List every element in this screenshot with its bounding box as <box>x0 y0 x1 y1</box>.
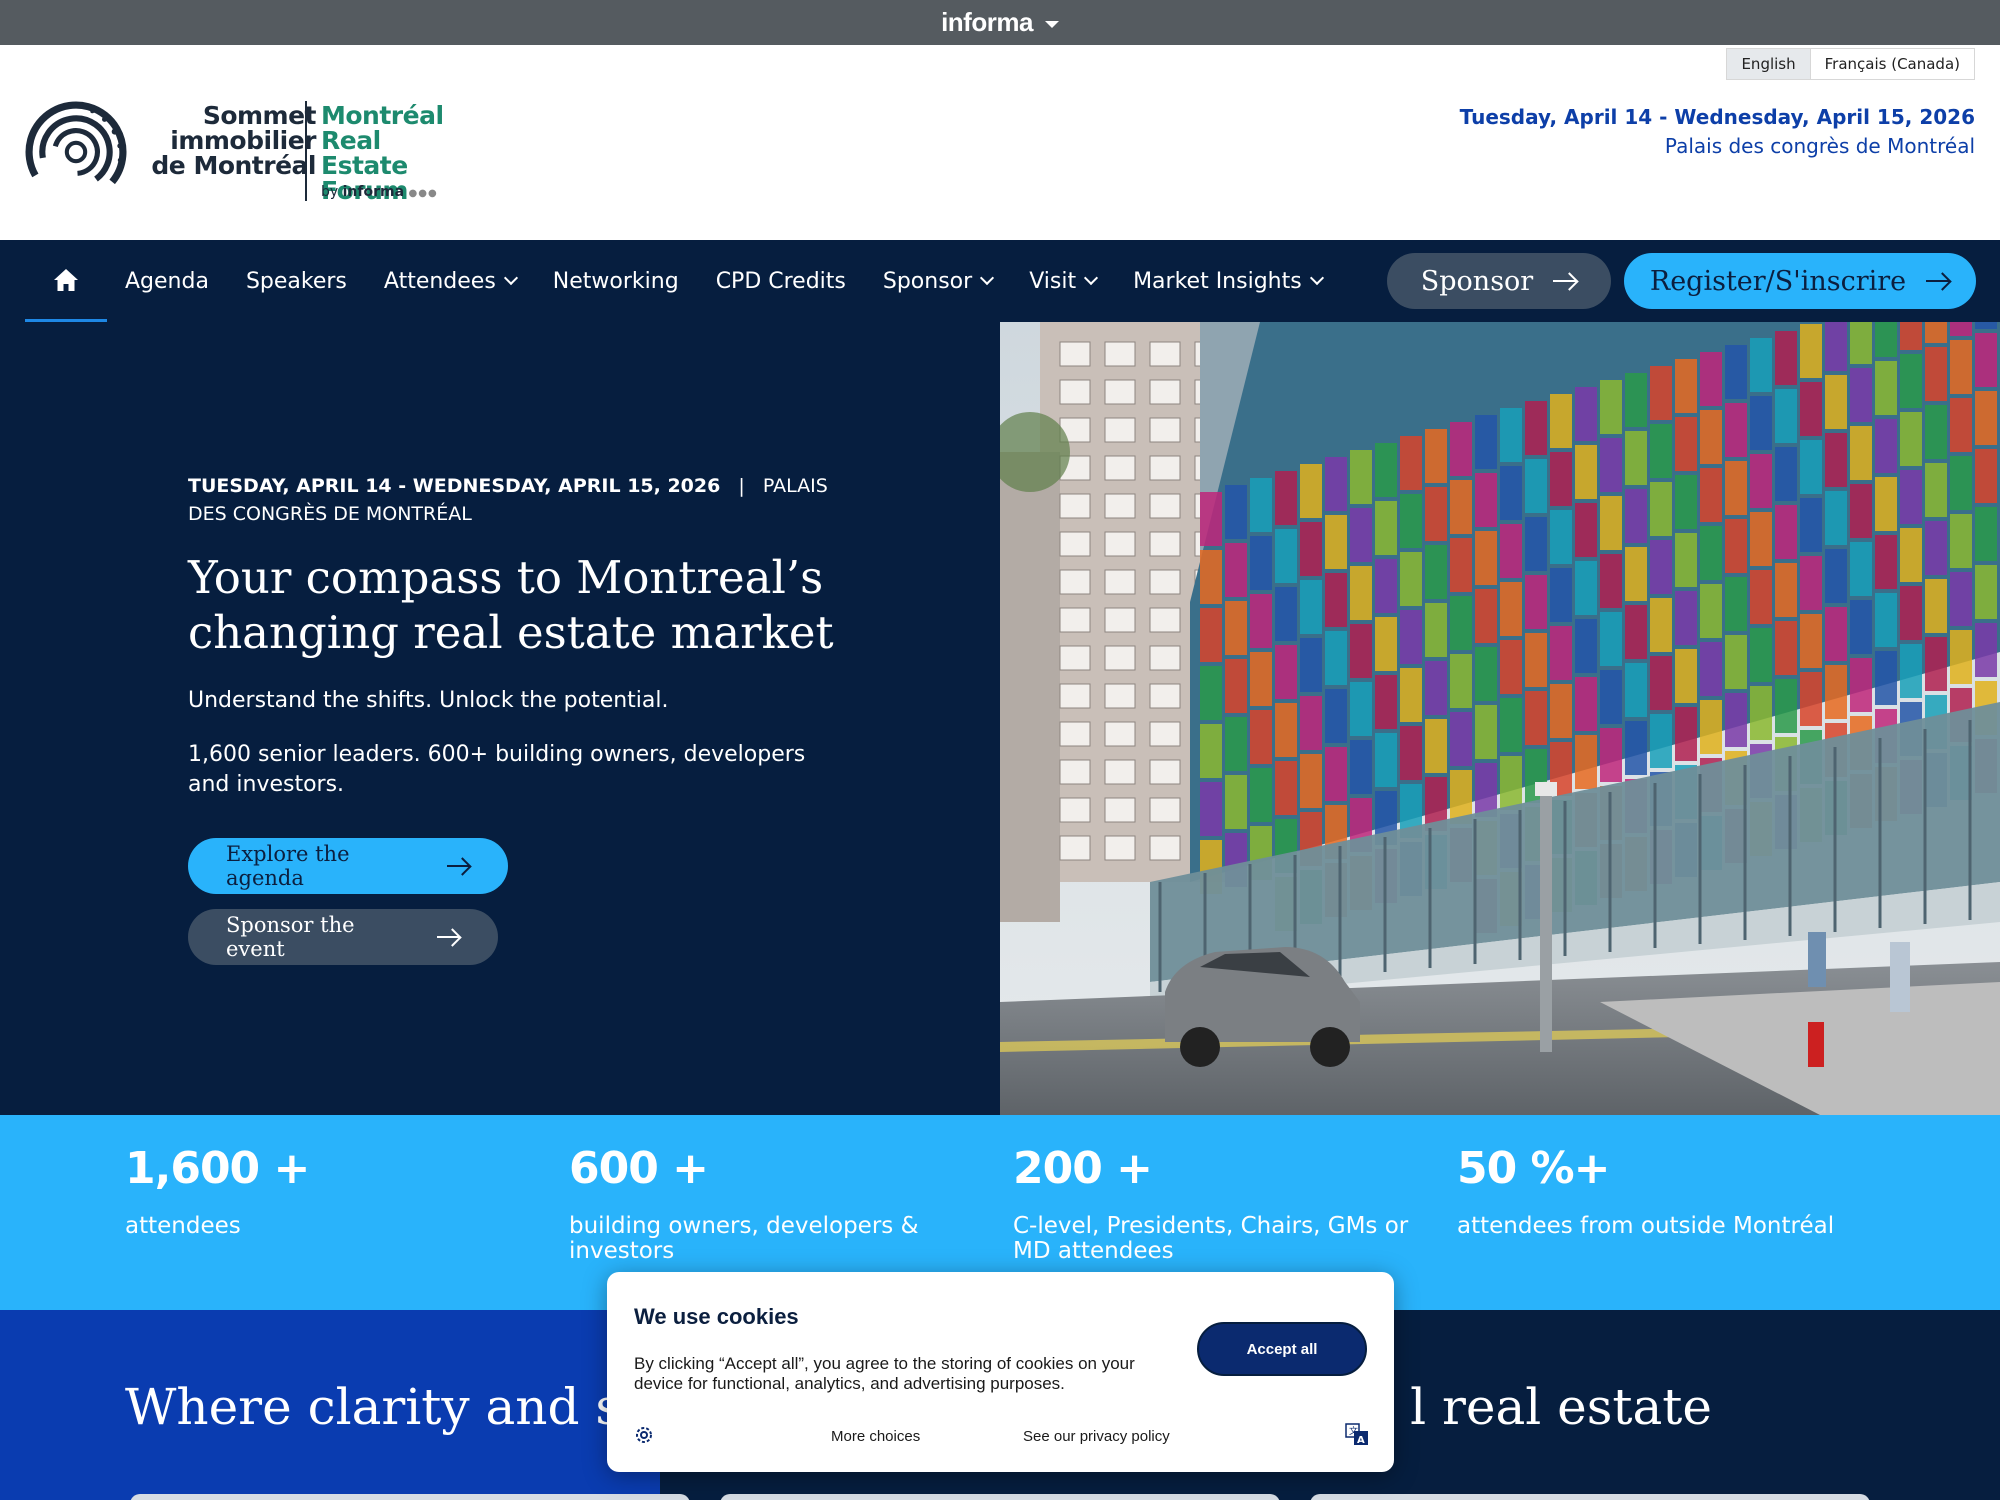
nav-item-label: Sponsor <box>882 268 973 294</box>
stat-number: 50 %+ <box>1457 1143 1611 1194</box>
cookie-text: By clicking “Accept all”, you agree to t… <box>634 1354 1135 1393</box>
arrow-right-icon <box>447 864 470 868</box>
stat-number: 200 + <box>1013 1143 1153 1194</box>
nav-item-networking[interactable]: Networking <box>553 269 679 294</box>
hero-title: Your compass to Montreal’s changing real… <box>188 551 834 659</box>
site-logo[interactable]: Sommet immobilier de Montréal Montréal R… <box>25 101 465 211</box>
card-preview[interactable] <box>1310 1494 1870 1500</box>
accept-all-button[interactable]: Accept all <box>1197 1322 1367 1376</box>
hero-section: TUESDAY, APRIL 14 - WEDNESDAY, APRIL 15,… <box>0 322 2000 1115</box>
informa-dots-icon: ●●● <box>408 188 438 199</box>
stat-owners: 600 + building owners, developers & inve… <box>569 1143 969 1264</box>
logo-by-prefix: by <box>321 184 339 200</box>
nav-item-visit[interactable]: Visit <box>1029 268 1099 294</box>
hero-separator: | <box>738 475 745 497</box>
nav-item-label: Attendees <box>383 268 496 294</box>
more-choices-link[interactable]: More choices <box>831 1428 920 1445</box>
arrow-right-icon <box>1926 279 1951 283</box>
explore-agenda-button[interactable]: Explore the agenda <box>188 838 508 894</box>
chevron-down-icon <box>1309 270 1324 286</box>
hero-text-panel: TUESDAY, APRIL 14 - WEDNESDAY, APRIL 15,… <box>0 322 1000 1115</box>
language-switcher: English Français (Canada) <box>1726 48 1975 80</box>
stat-label: attendees <box>125 1213 241 1239</box>
chevron-down-icon <box>980 270 995 286</box>
card-preview[interactable] <box>720 1494 1280 1500</box>
convention-center-photo <box>1000 322 2000 1115</box>
logo-divider <box>305 101 307 201</box>
compass-logo-icon <box>25 101 127 203</box>
logo-french-name: Sommet immobilier de Montréal <box>140 103 316 178</box>
header-venue: Palais des congrès de Montréal <box>1664 134 1975 158</box>
hero-description: 1,600 senior leaders. 600+ building owne… <box>188 742 806 797</box>
logo-en-line: Real Estate <box>321 126 408 180</box>
informa-menu[interactable]: informa <box>941 7 1059 38</box>
nav-item-agenda[interactable]: Agenda <box>125 269 209 294</box>
nav-item-label: Speakers <box>245 268 347 294</box>
nav-item-speakers[interactable]: Speakers <box>246 269 347 294</box>
logo-by-informa: by informa ●●● <box>321 184 438 200</box>
nav-item-cpd-credits[interactable]: CPD Credits <box>716 269 846 294</box>
nav-menu: Agenda Speakers Attendees Networking CPD Cre… <box>125 240 1359 322</box>
privacy-policy-link[interactable]: See our privacy policy <box>1023 1428 1170 1445</box>
home-icon <box>54 268 78 291</box>
chevron-down-icon <box>503 270 518 286</box>
hero-subtitle: Understand the shifts. Unlock the potent… <box>188 688 669 713</box>
arrow-right-icon <box>1553 279 1578 283</box>
translate-icon[interactable]: 文 A <box>1345 1422 1369 1446</box>
informa-bar: informa <box>0 0 2000 45</box>
hero-image <box>1000 322 2000 1115</box>
informa-brand: informa <box>941 7 1033 37</box>
gear-icon[interactable] <box>634 1425 654 1445</box>
hero-event-info: TUESDAY, APRIL 14 - WEDNESDAY, APRIL 15,… <box>188 472 838 528</box>
caret-down-icon <box>1044 21 1059 28</box>
cookie-consent-dialog: We use cookies By clicking “Accept all”,… <box>607 1272 1394 1472</box>
arrow-right-icon <box>436 935 460 939</box>
stat-label: building owners, developers & investors <box>569 1213 919 1264</box>
main-nav: Agenda Speakers Attendees Networking CPD Cre… <box>0 240 2000 322</box>
logo-by-brand: informa <box>342 184 405 200</box>
chevron-down-icon <box>1084 270 1099 286</box>
stat-attendees: 1,600 + attendees <box>125 1143 525 1239</box>
logo-en-line: Montréal <box>321 101 444 130</box>
sponsor-event-label: Sponsor the event <box>226 913 355 961</box>
site-header: English Français (Canada) Sommet immobil… <box>0 45 2000 240</box>
stat-outside-montreal: 50 %+ attendees from outside Montréal <box>1457 1143 1857 1239</box>
section-heading-left: Where clarity and str <box>125 1378 666 1436</box>
lang-english[interactable]: English <box>1727 49 1810 79</box>
lang-french[interactable]: Français (Canada) <box>1809 49 1974 79</box>
logo-fr-line: de Montréal <box>151 151 316 180</box>
nav-item-market-insights[interactable]: Market Insights <box>1133 268 1324 294</box>
header-event-info: Tuesday, April 14 - Wednesday, April 15,… <box>1460 105 1975 158</box>
nav-item-label: Agenda <box>125 268 209 294</box>
stat-label: C-level, Presidents, Chairs, GMs or MD a… <box>1013 1213 1409 1264</box>
nav-item-label: Market Insights <box>1133 268 1302 294</box>
svg-text:A: A <box>1357 1435 1365 1446</box>
nav-item-attendees[interactable]: Attendees <box>383 268 518 294</box>
stat-number: 600 + <box>569 1143 709 1194</box>
hero-date: TUESDAY, APRIL 14 - WEDNESDAY, APRIL 15,… <box>188 475 721 497</box>
nav-sponsor-button[interactable]: Sponsor <box>1387 253 1611 309</box>
nav-sponsor-label: Sponsor <box>1420 265 1534 297</box>
nav-home[interactable] <box>25 240 107 322</box>
header-date: Tuesday, April 14 - Wednesday, April 15,… <box>1459 105 1975 129</box>
stat-executives: 200 + C-level, Presidents, Chairs, GMs o… <box>1013 1143 1413 1264</box>
logo-fr-line: Sommet <box>202 101 317 130</box>
card-preview[interactable] <box>130 1494 690 1500</box>
explore-agenda-label: Explore the agenda <box>226 842 350 890</box>
stat-number: 1,600 + <box>125 1143 310 1194</box>
nav-item-label: Visit <box>1029 268 1077 294</box>
nav-register-button[interactable]: Register/S'inscrire <box>1624 253 1976 309</box>
nav-item-label: Networking <box>552 268 679 294</box>
stat-label: attendees from outside Montréal <box>1457 1213 1835 1239</box>
nav-register-label: Register/S'inscrire <box>1649 265 1907 297</box>
section-heading-right: l real estate <box>1410 1378 1712 1436</box>
nav-item-sponsor[interactable]: Sponsor <box>882 268 995 294</box>
logo-fr-line: immobilier <box>170 126 316 155</box>
sponsor-event-button[interactable]: Sponsor the event <box>188 909 498 965</box>
cookie-title: We use cookies <box>634 1304 799 1329</box>
nav-item-label: CPD Credits <box>715 268 846 294</box>
